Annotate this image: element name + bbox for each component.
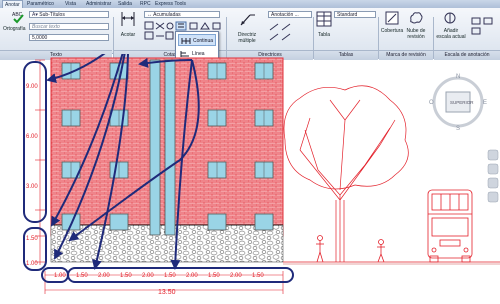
- vdim-label: 3.00: [26, 184, 38, 190]
- ribbon: ABC Ortografía A▾ Sub-Títulos Buscar tex…: [0, 8, 500, 60]
- revcloud-icon: [410, 12, 423, 24]
- table-style-value: Standard: [337, 12, 358, 18]
- tab-express-tools[interactable]: Express Tools: [153, 0, 188, 8]
- tree-drawing: [283, 85, 409, 262]
- hdim-label: 2.00: [98, 273, 110, 279]
- viewcube: SUPERIOR N E S O: [429, 74, 487, 132]
- nav-showmotion-icon[interactable]: [487, 191, 499, 203]
- hdim-label: 1.50: [120, 273, 132, 279]
- dim-style-select[interactable]: ↔ Acumuladas: [144, 11, 220, 18]
- tab-rpc[interactable]: RPC: [138, 0, 153, 8]
- nav-orbit-icon[interactable]: [487, 177, 499, 189]
- hdim-label: 1.50: [164, 273, 176, 279]
- scale-tools: [470, 16, 496, 40]
- dimension-icon: [121, 12, 135, 26]
- nube-label: Nube de revisión: [406, 28, 426, 40]
- tab-administrar[interactable]: Administrar: [84, 0, 113, 8]
- vertical-dimension: [35, 59, 45, 265]
- vdim-label: 1.00: [26, 261, 38, 267]
- text-style-select[interactable]: A▾ Sub-Títulos: [29, 11, 109, 18]
- dropdown-item-continua[interactable]: Continua: [178, 34, 216, 46]
- leader-style-value: Anotación ...: [271, 12, 299, 18]
- cobertura-label: Cobertura: [380, 28, 404, 34]
- navigation-bar: [487, 149, 499, 203]
- continue-dim-icon: [181, 38, 191, 44]
- drawing-canvas[interactable]: 9.00 6.00 3.00 1.50 1.00 1.00 1.50 2.00 …: [0, 33, 500, 302]
- tab-parametrico[interactable]: Paramétrico: [25, 0, 56, 8]
- ortografia-button[interactable]: ABC Ortografía: [3, 10, 26, 32]
- wipeout-icon: [385, 11, 399, 25]
- hdim-label: 1.00: [54, 273, 66, 279]
- table-icon: [316, 11, 332, 27]
- text-height-input[interactable]: 5,0000: [29, 34, 109, 41]
- nav-pan-icon[interactable]: [487, 149, 499, 161]
- hdim-label: 2.00: [230, 273, 242, 279]
- tab-salida[interactable]: Salida: [116, 0, 134, 8]
- nav-zoom-icon[interactable]: [487, 163, 499, 175]
- dim-style-icon: ↔: [147, 12, 152, 18]
- hdim-label: 1.50: [76, 273, 88, 279]
- spellcheck-icon: ABC: [12, 12, 24, 24]
- table-style-select[interactable]: Standard: [334, 11, 376, 18]
- vdim-label: 1.50: [26, 236, 38, 242]
- vdim-label: 6.00: [26, 134, 38, 140]
- ortografia-label: Ortografía: [3, 26, 26, 32]
- nube-revision-button[interactable]: Nube de revisión: [404, 10, 428, 40]
- dim-tools-row-1: [144, 21, 224, 31]
- dim-tool-icons-2: [144, 31, 174, 40]
- people-figures: [316, 235, 385, 263]
- dim-tool-icons: [144, 21, 221, 31]
- dim-style-value: Acumuladas: [153, 12, 181, 18]
- vdim-label: 9.00: [26, 84, 38, 90]
- directriz-multiple-button[interactable]: Directriz múltiple: [229, 10, 265, 44]
- leader-tools: [268, 22, 312, 42]
- text-style-value: Sub-Títulos: [39, 12, 65, 18]
- scale-icon: [444, 12, 456, 24]
- escala-label: Añadir escala actual: [436, 28, 466, 40]
- cad-drawing: 9.00 6.00 3.00 1.50 1.00 1.00 1.50 2.00 …: [23, 33, 500, 296]
- dim-tools-row-2: [144, 31, 174, 41]
- add-scale-button[interactable]: Añadir escala actual: [436, 10, 466, 40]
- leader-style-select[interactable]: Anotación ...: [268, 11, 312, 18]
- cobertura-button[interactable]: Cobertura: [380, 10, 404, 34]
- bus-drawing: [427, 189, 473, 263]
- directriz-label: Directriz múltiple: [237, 32, 257, 44]
- hdim-label: 1.50: [252, 273, 264, 279]
- dropdown-item-label: Continua: [193, 38, 214, 44]
- scale-tool-icons: [471, 17, 493, 35]
- compass-north: N: [456, 74, 460, 80]
- tabla-button[interactable]: Tabla: [315, 10, 333, 38]
- leader-tool-icons: [269, 23, 291, 41]
- multileader-icon: [240, 14, 255, 26]
- hdim-label: 1.50: [208, 273, 220, 279]
- tabla-label: Tabla: [318, 32, 330, 38]
- text-style-icon: A▾: [32, 12, 38, 18]
- compass-south: S: [456, 126, 460, 132]
- hdim-label: 2.00: [186, 273, 198, 279]
- acotar-button[interactable]: Acotar: [116, 10, 140, 38]
- acotar-label: Acotar: [120, 32, 136, 38]
- hdim-label: 2.00: [142, 273, 154, 279]
- compass-east: E: [483, 100, 487, 106]
- compass-west: O: [429, 100, 434, 106]
- viewcube-label: SUPERIOR: [450, 100, 474, 105]
- search-text-input[interactable]: Buscar texto: [29, 23, 109, 30]
- total-dim-label: 13.50: [158, 289, 176, 296]
- tab-vista[interactable]: Vista: [63, 0, 78, 8]
